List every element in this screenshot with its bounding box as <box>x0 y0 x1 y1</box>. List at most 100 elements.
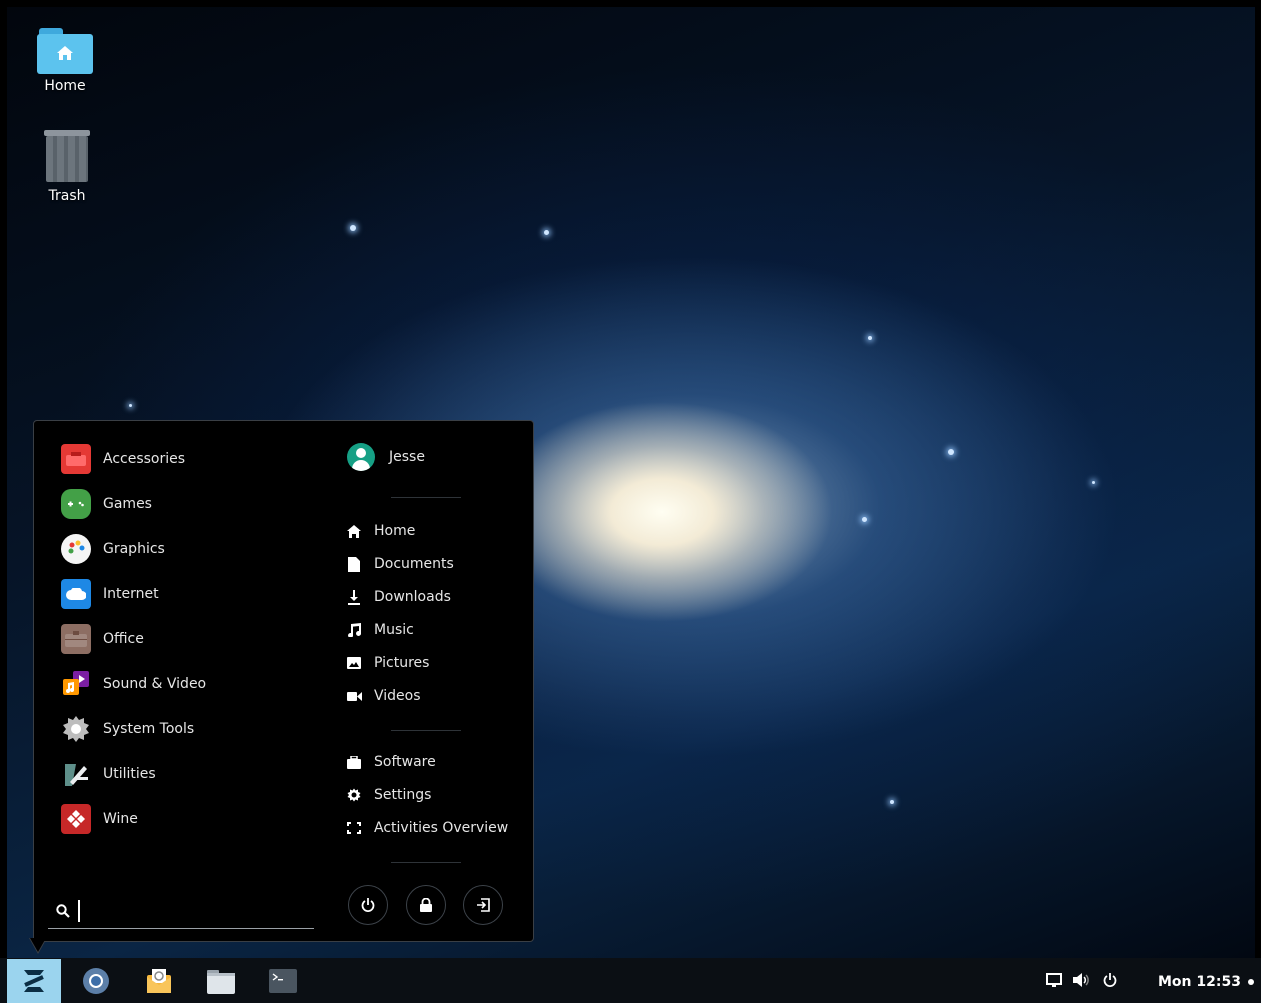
place-label: Videos <box>374 688 421 704</box>
wallpaper-star <box>868 336 872 340</box>
display-icon <box>1046 973 1062 987</box>
home-folder-icon <box>37 28 93 74</box>
category-label: Games <box>103 496 152 512</box>
taskbar-app-browser[interactable] <box>81 966 111 996</box>
accessories-icon <box>61 444 91 474</box>
desktop-icon-home[interactable]: Home <box>30 28 100 94</box>
system-activities-overview[interactable]: Activities Overview <box>346 816 508 840</box>
category-label: Utilities <box>103 766 156 782</box>
lock-icon <box>420 898 432 912</box>
place-downloads[interactable]: Downloads <box>346 585 451 609</box>
taskbar-app-mail[interactable] <box>144 966 174 996</box>
system-label: Software <box>374 754 436 770</box>
desktop-icon-trash[interactable]: Trash <box>32 128 102 204</box>
wallpaper-star <box>129 404 132 407</box>
system-label: Settings <box>374 787 432 803</box>
taskbar-app-terminal[interactable] <box>268 966 298 996</box>
category-accessories[interactable]: Accessories <box>61 441 185 477</box>
user-account[interactable]: Jesse <box>347 443 425 471</box>
home-icon <box>346 523 362 539</box>
category-games[interactable]: Games <box>61 486 152 522</box>
utilities-icon <box>61 759 91 789</box>
music-note-icon <box>346 622 362 638</box>
avatar <box>347 443 375 471</box>
search-icon <box>56 904 70 918</box>
chromium-browser-icon <box>83 968 109 994</box>
place-pictures[interactable]: Pictures <box>346 651 429 675</box>
place-label: Music <box>374 622 414 638</box>
document-icon <box>346 556 362 572</box>
category-label: Wine <box>103 811 138 827</box>
place-label: Pictures <box>374 655 430 671</box>
menu-pointer <box>30 938 46 952</box>
place-label: Home <box>374 523 416 539</box>
taskbar <box>0 958 1261 1003</box>
system-software[interactable]: Software <box>346 750 436 774</box>
application-menu: Accessories Games Graphics Internet Offi… <box>33 420 534 942</box>
display-tray[interactable] <box>1046 973 1062 987</box>
category-label: System Tools <box>103 721 195 737</box>
settings-gear-icon <box>346 787 362 803</box>
category-wine[interactable]: Wine <box>61 801 138 837</box>
category-label: Internet <box>103 586 159 602</box>
search-bar <box>48 888 314 929</box>
place-label: Downloads <box>374 589 451 605</box>
category-graphics[interactable]: Graphics <box>61 531 165 567</box>
place-documents[interactable]: Documents <box>346 552 454 576</box>
volume-icon <box>1073 973 1089 987</box>
power-icon <box>1103 973 1117 987</box>
terminal-icon <box>269 969 297 993</box>
category-label: Office <box>103 631 144 647</box>
files-icon <box>207 970 235 994</box>
clock[interactable]: Mon 12:53 <box>1158 974 1254 990</box>
system-settings[interactable]: Settings <box>346 783 431 807</box>
power-tray[interactable] <box>1103 973 1117 987</box>
category-sound-video[interactable]: Sound & Video <box>61 666 206 702</box>
cloud-icon <box>61 579 91 609</box>
category-label: Accessories <box>103 451 186 467</box>
power-icon <box>361 898 375 912</box>
place-label: Documents <box>374 556 454 572</box>
gamepad-icon <box>61 489 91 519</box>
activities-overview-icon <box>346 820 362 836</box>
category-office[interactable]: Office <box>61 621 144 657</box>
wallpaper-star <box>544 230 549 235</box>
briefcase-icon <box>61 624 91 654</box>
wallpaper-star <box>890 800 894 804</box>
desktop-icon-label: Home <box>44 78 86 94</box>
clock-time: Mon 12:53 <box>1158 974 1241 990</box>
place-music[interactable]: Music <box>346 618 414 642</box>
search-input[interactable] <box>78 900 304 922</box>
gear-icon <box>61 714 91 744</box>
video-camera-icon <box>346 688 362 704</box>
separator <box>391 497 461 498</box>
category-label: Graphics <box>103 541 165 557</box>
place-videos[interactable]: Videos <box>346 684 421 708</box>
mail-client-icon <box>147 969 171 993</box>
desktop-icon-label: Trash <box>48 188 86 204</box>
wine-icon <box>61 804 91 834</box>
category-utilities[interactable]: Utilities <box>61 756 156 792</box>
lock-button[interactable] <box>406 885 446 925</box>
zorin-logo-icon <box>24 970 44 992</box>
place-home[interactable]: Home <box>346 519 415 543</box>
category-system-tools[interactable]: System Tools <box>61 711 194 747</box>
download-icon <box>346 589 362 605</box>
separator <box>391 730 461 731</box>
power-button[interactable] <box>348 885 388 925</box>
category-internet[interactable]: Internet <box>61 576 159 612</box>
wallpaper-star <box>350 225 356 231</box>
trash-icon <box>44 128 90 184</box>
logout-button[interactable] <box>463 885 503 925</box>
volume-tray[interactable] <box>1073 973 1091 987</box>
notification-dot-icon <box>1247 979 1254 985</box>
category-label: Sound & Video <box>103 676 207 692</box>
music-video-icon <box>61 669 91 699</box>
zorin-menu-button[interactable] <box>7 959 61 1003</box>
taskbar-app-files[interactable] <box>206 966 236 996</box>
wallpaper-star <box>948 449 954 455</box>
software-bag-icon <box>346 754 362 770</box>
separator <box>391 862 461 863</box>
logout-icon <box>477 898 490 912</box>
system-label: Activities Overview <box>374 820 509 836</box>
